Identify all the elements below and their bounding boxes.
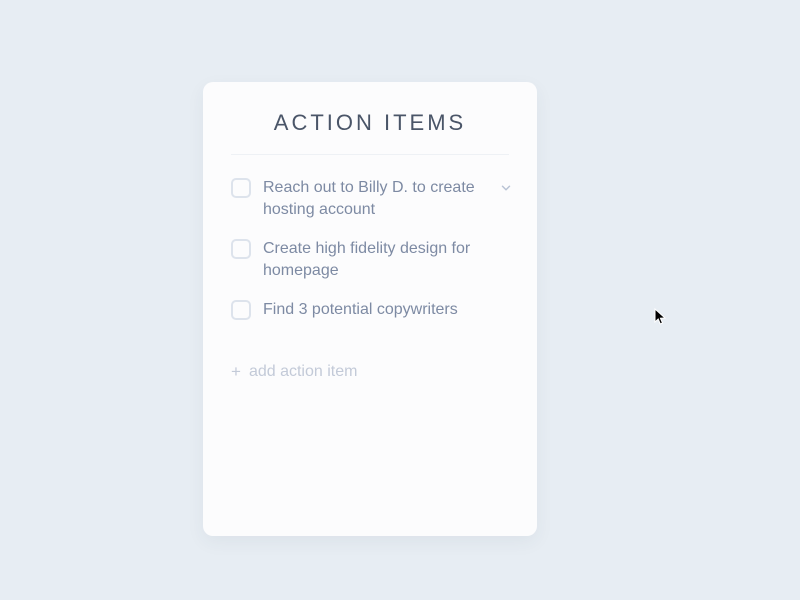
- item-checkbox[interactable]: [231, 239, 251, 259]
- action-item[interactable]: Find 3 potential copywriters: [231, 299, 509, 321]
- item-label: Find 3 potential copywriters: [263, 299, 509, 321]
- add-label: add action item: [249, 363, 358, 381]
- item-label: Reach out to Billy D. to create hosting …: [263, 177, 509, 220]
- action-item[interactable]: Reach out to Billy D. to create hosting …: [231, 177, 509, 220]
- add-action-item-button[interactable]: + add action item: [231, 363, 509, 381]
- cursor-icon: [654, 308, 668, 331]
- item-label: Create high fidelity design for homepage: [263, 238, 509, 281]
- chevron-down-icon[interactable]: [499, 181, 513, 195]
- items-list: Reach out to Billy D. to create hosting …: [231, 177, 509, 321]
- card-title: ACTION ITEMS: [231, 110, 509, 154]
- item-checkbox[interactable]: [231, 178, 251, 198]
- action-item[interactable]: Create high fidelity design for homepage: [231, 238, 509, 281]
- plus-icon: +: [231, 363, 241, 380]
- item-checkbox[interactable]: [231, 300, 251, 320]
- title-divider: [231, 154, 509, 155]
- action-items-card: ACTION ITEMS Reach out to Billy D. to cr…: [203, 82, 537, 536]
